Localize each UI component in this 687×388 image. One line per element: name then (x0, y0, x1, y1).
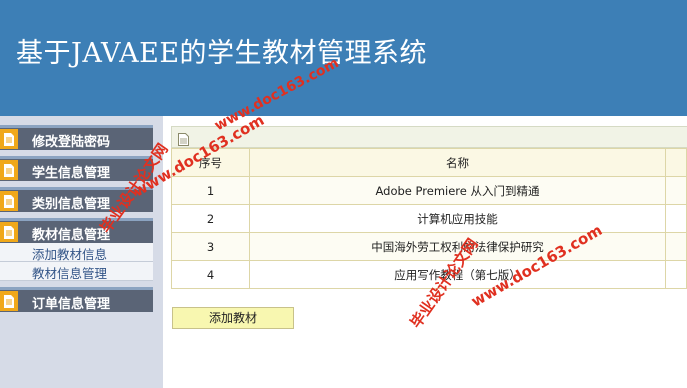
document-icon (0, 129, 18, 149)
sidebar-subitem-manage-textbook[interactable]: 教材信息管理 (0, 262, 153, 281)
sidebar-item-label: 教材信息管理 (32, 228, 111, 243)
sidebar-item-category-info[interactable]: 类别信息管理 (0, 187, 153, 212)
table-cell-name: 应用写作教程（第七版） (249, 260, 666, 289)
table-row[interactable]: 1 Adobe Premiere 从入门到精通 (171, 176, 687, 205)
sidebar-item-student-info[interactable]: 学生信息管理 (0, 156, 153, 181)
table-cell-extra (665, 204, 687, 233)
app-header: 基于JAVAEE的学生教材管理系统 (0, 0, 687, 116)
sidebar-subitem-add-textbook[interactable]: 添加教材信息 (0, 243, 153, 262)
table-cell-name: Adobe Premiere 从入门到精通 (249, 176, 666, 205)
sidebar-item-label: 订单信息管理 (32, 297, 111, 312)
table-row[interactable]: 3 中国海外劳工权利的法律保护研究 (171, 232, 687, 261)
table-cell-index: 1 (171, 176, 250, 205)
column-header-name: 名称 (249, 148, 666, 177)
add-textbook-button[interactable]: 添加教材 (172, 307, 294, 329)
document-icon (0, 160, 18, 180)
table-cell-index: 3 (171, 232, 250, 261)
sidebar-subitem-label: 添加教材信息 (32, 247, 108, 262)
table-cell-name: 计算机应用技能 (249, 204, 666, 233)
sidebar: 修改登陆密码 学生信息管理 类别信息管理 教材信息管理 添加教材信息 教材信息管… (0, 116, 163, 388)
app-title: 基于JAVAEE的学生教材管理系统 (16, 38, 428, 69)
table-cell-extra (665, 176, 687, 205)
table-cell-name: 中国海外劳工权利的法律保护研究 (249, 232, 666, 261)
table-cell-index: 2 (171, 204, 250, 233)
sidebar-item-change-password[interactable]: 修改登陆密码 (0, 125, 153, 150)
column-header-index: 序号 (171, 148, 250, 177)
sidebar-item-textbook-info[interactable]: 教材信息管理 (0, 218, 153, 243)
sidebar-item-label: 学生信息管理 (32, 166, 111, 181)
document-icon (0, 191, 18, 211)
table-cell-extra (665, 260, 687, 289)
sidebar-item-label: 修改登陆密码 (32, 135, 111, 150)
table-cell-index: 4 (171, 260, 250, 289)
sidebar-item-order-info[interactable]: 订单信息管理 (0, 287, 153, 312)
column-header-extra (665, 148, 687, 177)
sidebar-subitem-label: 教材信息管理 (32, 266, 108, 281)
sidebar-item-label: 类别信息管理 (32, 197, 111, 212)
panel-header (171, 126, 687, 148)
table-cell-extra (665, 232, 687, 261)
textbook-table: 序号 名称 1 Adobe Premiere 从入门到精通 2 计算机应用技能 … (171, 148, 687, 289)
document-icon (0, 222, 18, 242)
document-icon (0, 291, 18, 311)
table-row[interactable]: 4 应用写作教程（第七版） (171, 260, 687, 289)
table-header-row: 序号 名称 (171, 148, 687, 177)
table-row[interactable]: 2 计算机应用技能 (171, 204, 687, 233)
